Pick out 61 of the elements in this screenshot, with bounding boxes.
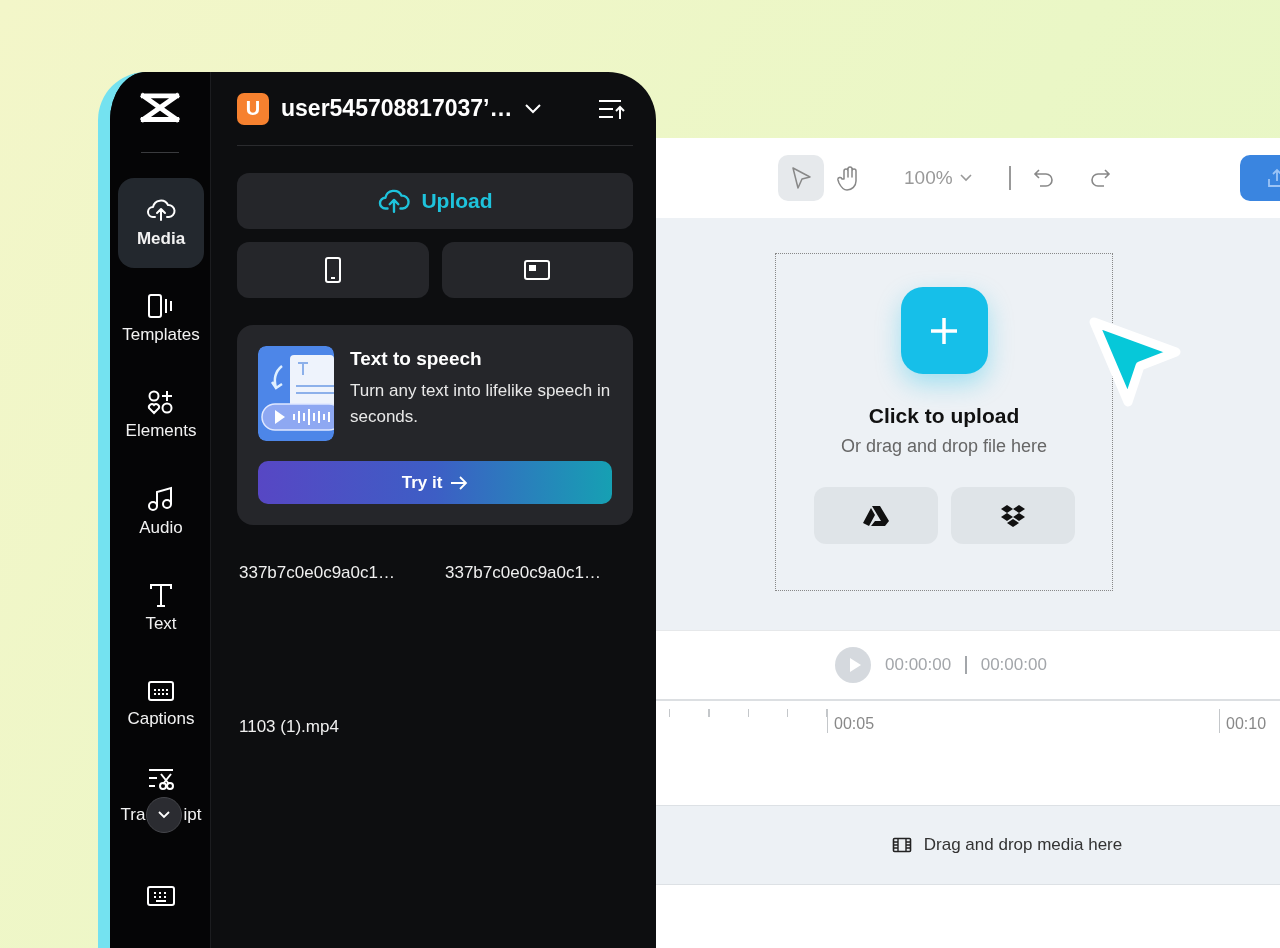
music-note-icon [147, 485, 175, 512]
cloud-upload-icon [377, 187, 412, 215]
sidebar-item[interactable]: Text [118, 563, 204, 653]
logo-icon [140, 92, 180, 124]
sidebar-label: Templates [122, 325, 200, 346]
sidebar-label: ipt [183, 805, 202, 826]
phone-icon [323, 256, 342, 284]
redo-icon[interactable] [1088, 167, 1111, 189]
add-button[interactable] [900, 287, 988, 374]
total-time: 00:00:00 [980, 655, 1047, 675]
scissors-list-icon [147, 767, 175, 792]
avatar: U [237, 92, 269, 125]
collapse-button[interactable] [146, 797, 183, 834]
sidebar-label: Media [136, 228, 186, 249]
sidebar-item[interactable]: Elements [118, 370, 204, 460]
try-it-button[interactable]: Try it [258, 461, 612, 504]
media-track[interactable]: Drag and drop media here [656, 805, 1280, 885]
templates-icon [147, 293, 175, 320]
sidebar-item[interactable]: Tra ipt [118, 755, 204, 845]
sidebar-label: Text [145, 613, 177, 634]
sidebar-label: Audio [139, 517, 183, 538]
chevron-down-icon [958, 173, 973, 183]
captions-icon [147, 678, 175, 703]
triangle-logo-icon [862, 504, 889, 527]
ruler-label: 00:10 [1225, 715, 1267, 732]
keyboard-icon [146, 884, 176, 909]
box-button[interactable] [950, 487, 1075, 544]
sidebar-label: Captions [127, 708, 195, 729]
ruler-label: 00:05 [833, 715, 875, 732]
boxes-logo-icon [999, 503, 1026, 528]
tool-button[interactable] [778, 155, 824, 201]
drive-button[interactable] [813, 487, 938, 544]
undo-icon[interactable] [1032, 167, 1055, 189]
sort-icon[interactable] [597, 97, 625, 120]
sidebar-item[interactable]: Audio [118, 466, 204, 557]
play-icon [847, 657, 862, 673]
promo-description: Turn any text into lifelike speech in seconds. [350, 380, 612, 428]
file-name[interactable]: 337b7c0e0c9a0c1… [237, 563, 443, 717]
upload-dropzone[interactable]: Click to upload Or drag and drop file here [775, 253, 1113, 591]
text-icon [148, 581, 174, 608]
pointer-icon [790, 166, 812, 190]
chevron-down-icon[interactable] [524, 102, 543, 115]
chevron-down-icon [157, 810, 172, 821]
arrow-right-icon [450, 475, 469, 490]
screen-icon [523, 259, 552, 281]
file-name[interactable]: 1103 (1).mp4 [237, 717, 443, 871]
sidebar-item[interactable]: Media [118, 178, 204, 268]
account-name[interactable]: user545708817037’… [281, 95, 513, 122]
promo-title: Text to speech [350, 348, 483, 370]
track-hint: Drag and drop media here [923, 835, 1123, 855]
dropzone-subtitle: Or drag and drop file here [840, 436, 1048, 457]
sidebar-label: Elements [125, 421, 197, 442]
sidebar-label: Tra [120, 805, 146, 826]
file-name[interactable]: 337b7c0e0c9a0c1… [443, 563, 633, 717]
current-time: 00:00:00 [885, 655, 952, 675]
shapes-icon [147, 389, 175, 416]
film-icon [891, 837, 912, 853]
upload-button[interactable]: Upload [237, 173, 633, 229]
dropzone-title: Click to upload [868, 404, 1020, 428]
sidebar-item[interactable]: Templates [118, 274, 204, 364]
sidebar-item[interactable]: Captions [118, 659, 204, 749]
